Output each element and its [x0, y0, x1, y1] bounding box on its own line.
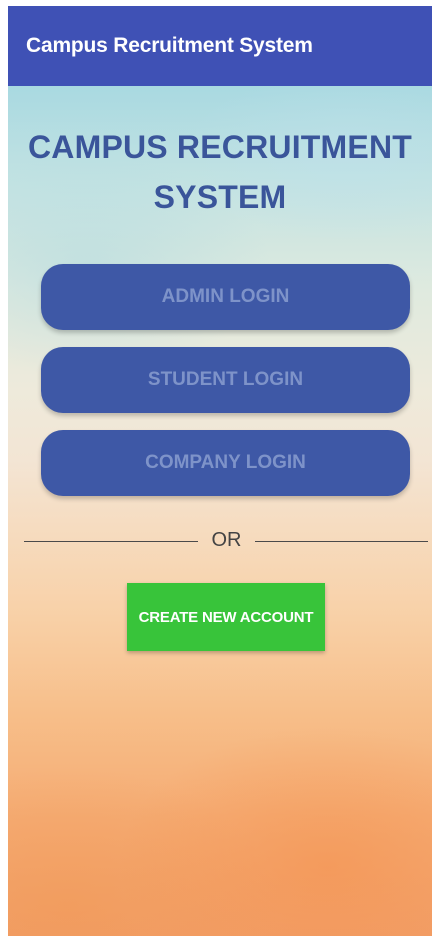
- divider-line-left: [24, 541, 198, 542]
- page-title-line-2: SYSTEM: [153, 179, 287, 215]
- divider-line-right: [255, 541, 428, 542]
- student-login-label: STUDENT LOGIN: [147, 369, 304, 390]
- admin-login-label: ADMIN LOGIN: [161, 286, 290, 307]
- admin-login-button[interactable]: ADMIN LOGIN: [41, 264, 410, 330]
- company-login-button[interactable]: COMPANY LOGIN: [41, 430, 410, 496]
- or-divider: OR: [8, 526, 432, 556]
- app-bar-title: Campus Recruitment System: [26, 34, 313, 57]
- company-login-label: COMPANY LOGIN: [145, 452, 306, 473]
- app-screen: Campus Recruitment System CAMPUS RECRUIT…: [8, 6, 432, 936]
- app-bar: Campus Recruitment System: [8, 6, 432, 86]
- create-account-button[interactable]: CREATE NEW ACCOUNT: [127, 583, 325, 651]
- or-label: OR: [211, 529, 242, 551]
- page-title: CAMPUS RECRUITMENT SYSTEM: [8, 122, 432, 222]
- student-login-button[interactable]: STUDENT LOGIN: [41, 347, 410, 413]
- page-title-line-1: CAMPUS RECRUITMENT: [27, 129, 413, 165]
- create-account-label: CREATE NEW ACCOUNT: [138, 608, 314, 626]
- main-content: CAMPUS RECRUITMENT SYSTEM ADMIN LOGIN ST…: [8, 86, 432, 936]
